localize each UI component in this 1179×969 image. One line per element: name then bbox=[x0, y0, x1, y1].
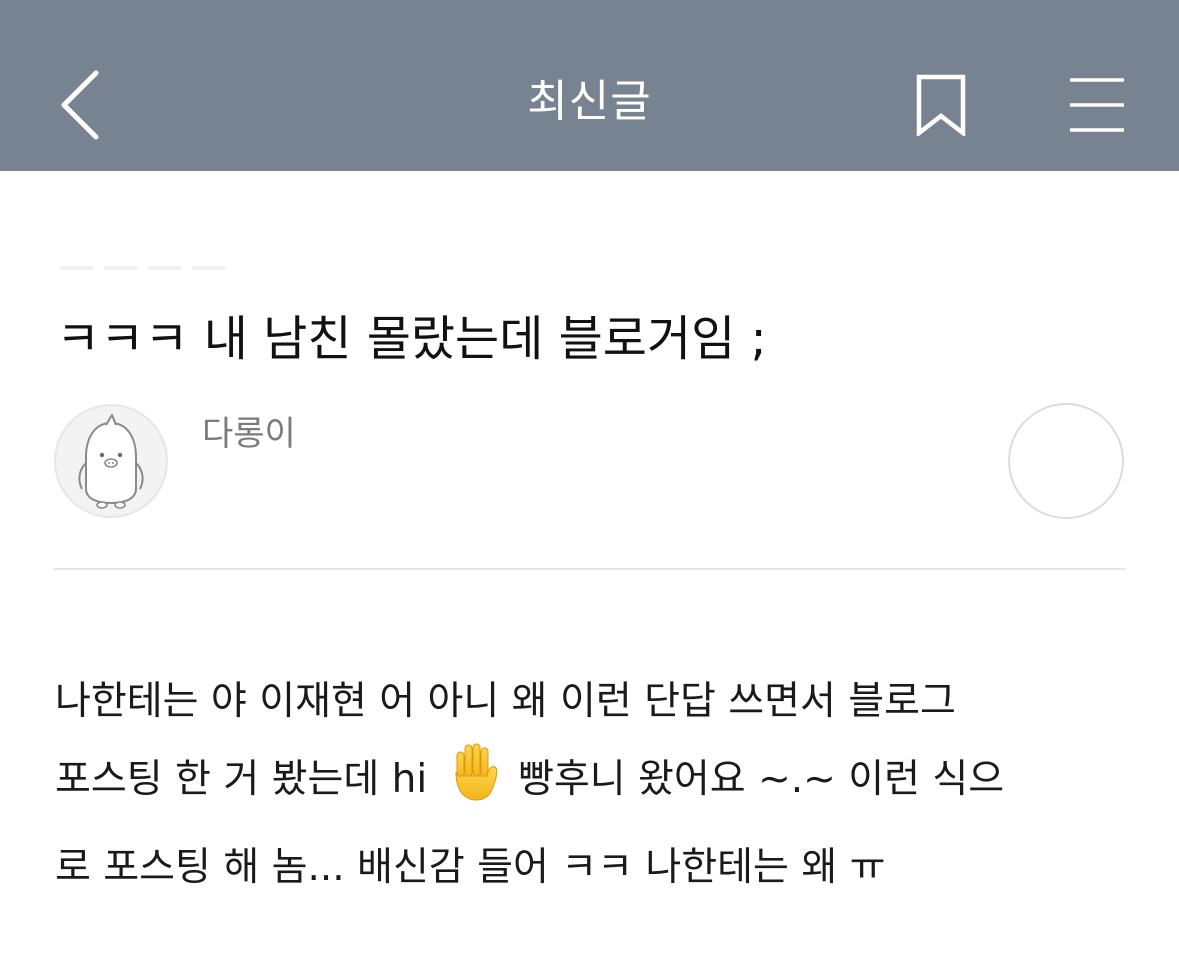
body-line-2-start: 포스팅 한 거 봤는데 hi bbox=[55, 757, 428, 802]
faint-mark bbox=[192, 266, 226, 270]
post-body: 나한테는 야 이재현 어 아니 왜 이런 단답 쓰면서 블로그 포스팅 한 거 … bbox=[55, 663, 1135, 907]
faint-category-line bbox=[60, 266, 310, 272]
faint-mark bbox=[148, 266, 182, 270]
body-line-2: 포스팅 한 거 봤는데 hi 빵후니 왔어요 ~.~ 이런 식으 bbox=[55, 741, 1135, 829]
navigation-bar: 최신글 bbox=[0, 0, 1179, 171]
author-avatar[interactable] bbox=[54, 404, 168, 518]
body-line-1: 나한테는 야 이재현 어 아니 왜 이런 단답 쓰면서 블로그 bbox=[55, 679, 956, 724]
author-name[interactable]: 다롱이 bbox=[202, 410, 296, 458]
faint-mark bbox=[104, 266, 138, 270]
post-title: ㅋㅋㅋ 내 남친 몰랐는데 블로거임 ; bbox=[56, 311, 767, 367]
bookmark-button[interactable] bbox=[902, 64, 980, 146]
raised-hand-emoji-icon bbox=[446, 742, 500, 829]
faint-mark bbox=[60, 266, 94, 270]
follow-button[interactable] bbox=[1008, 403, 1124, 519]
penguin-avatar-icon bbox=[78, 414, 144, 509]
body-line-3: 로 포스팅 해 놈... 배신감 들어 ㅋㅋ 나한테는 왜 ㅠ bbox=[55, 845, 886, 890]
bookmark-icon bbox=[916, 74, 966, 136]
app-screen: 최신글 ㅋㅋㅋ 내 남친 몰랐는데 블로거임 ; 다롱이 나한테는 야 이재현 … bbox=[0, 0, 1179, 969]
page-title: 최신글 bbox=[527, 76, 652, 127]
menu-button[interactable] bbox=[1056, 66, 1138, 144]
divider bbox=[54, 568, 1125, 570]
hamburger-menu-icon bbox=[1070, 78, 1124, 132]
body-line-2-end: 빵후니 왔어요 ~.~ 이런 식으 bbox=[518, 757, 1005, 802]
